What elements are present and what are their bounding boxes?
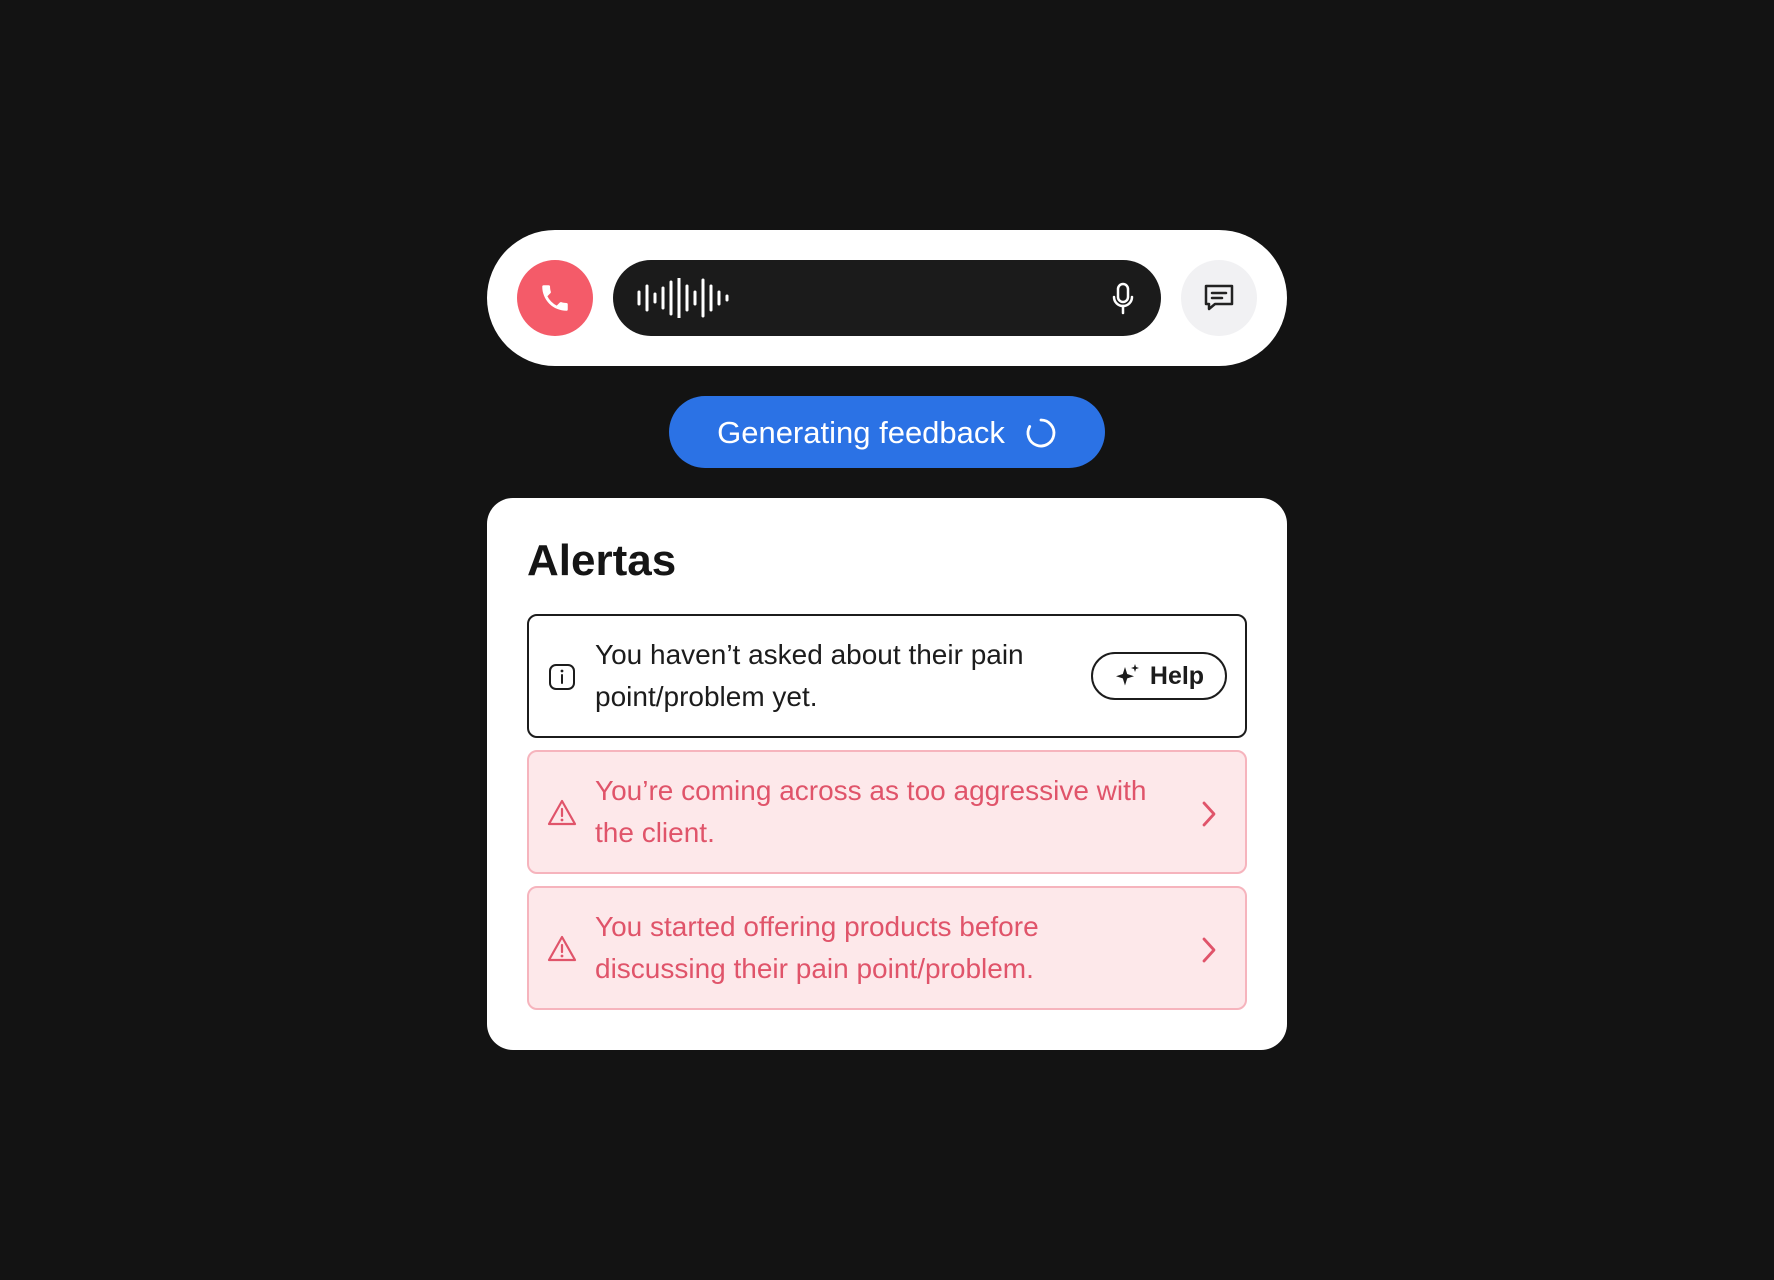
info-icon <box>549 664 575 690</box>
alert-text: You’re coming across as too aggressive w… <box>595 775 1147 848</box>
chevron-right-icon[interactable] <box>1201 800 1217 828</box>
alert-text: You haven’t asked about their pain point… <box>595 639 1024 712</box>
warning-triangle-icon <box>547 935 577 962</box>
microphone-icon[interactable] <box>1111 282 1135 316</box>
phone-icon <box>542 285 568 311</box>
alert-text: You started offering products before dis… <box>595 911 1039 984</box>
alert-item-info: You haven’t asked about their pain point… <box>527 614 1247 738</box>
chat-button[interactable] <box>1181 260 1257 336</box>
alert-item-warning[interactable]: You’re coming across as too aggressive w… <box>527 750 1247 874</box>
end-call-button[interactable] <box>517 260 593 336</box>
audio-waveform-icon <box>637 278 729 318</box>
sparkle-icon <box>1115 664 1139 686</box>
generating-feedback-status: Generating feedback <box>669 396 1105 468</box>
alerts-card: Alertas You haven’t asked about their pa… <box>487 498 1287 1050</box>
help-button-label: Help <box>1149 661 1205 690</box>
alert-item-warning[interactable]: You started offering products before dis… <box>527 886 1247 1010</box>
chat-icon <box>1204 284 1234 311</box>
call-control-bar <box>487 230 1287 366</box>
help-button[interactable]: Help <box>1091 652 1227 700</box>
generating-feedback-label: Generating feedback <box>717 415 1005 450</box>
audio-stream-pill <box>613 260 1161 336</box>
alerts-title: Alertas <box>527 536 677 585</box>
chevron-right-icon[interactable] <box>1201 936 1217 964</box>
warning-triangle-icon <box>547 799 577 826</box>
loading-spinner-icon <box>1026 418 1056 448</box>
